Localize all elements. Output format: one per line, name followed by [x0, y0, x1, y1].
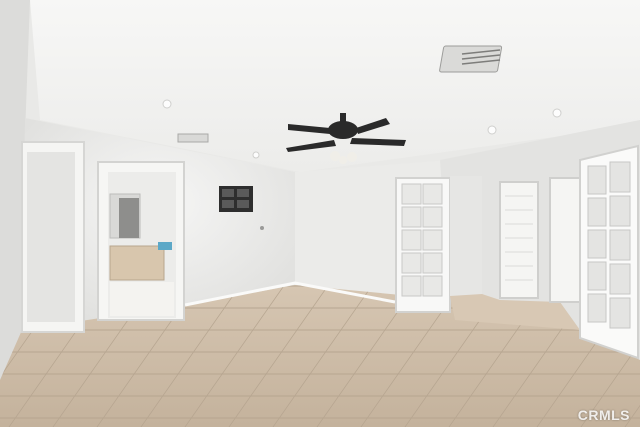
watermark-text: CRMLS — [577, 407, 630, 423]
left-door-opening — [27, 152, 75, 322]
room-illustration — [0, 0, 640, 427]
bathroom-window — [119, 198, 139, 238]
ceiling-vent-right — [439, 45, 503, 73]
bathroom-floor — [110, 282, 174, 316]
recessed-light — [252, 151, 260, 159]
recessed-light — [552, 108, 562, 118]
room-photo: CRMLS — [0, 0, 640, 427]
bathroom-towel — [158, 242, 172, 250]
closet-door-1 — [499, 181, 539, 299]
ceiling-vent-left — [177, 133, 209, 143]
bathroom-vanity — [109, 245, 165, 281]
closet-door-2 — [549, 177, 581, 303]
wall-hook — [260, 226, 264, 230]
hallway-opening — [450, 176, 482, 296]
recessed-light — [487, 125, 497, 135]
recessed-light — [162, 99, 172, 109]
